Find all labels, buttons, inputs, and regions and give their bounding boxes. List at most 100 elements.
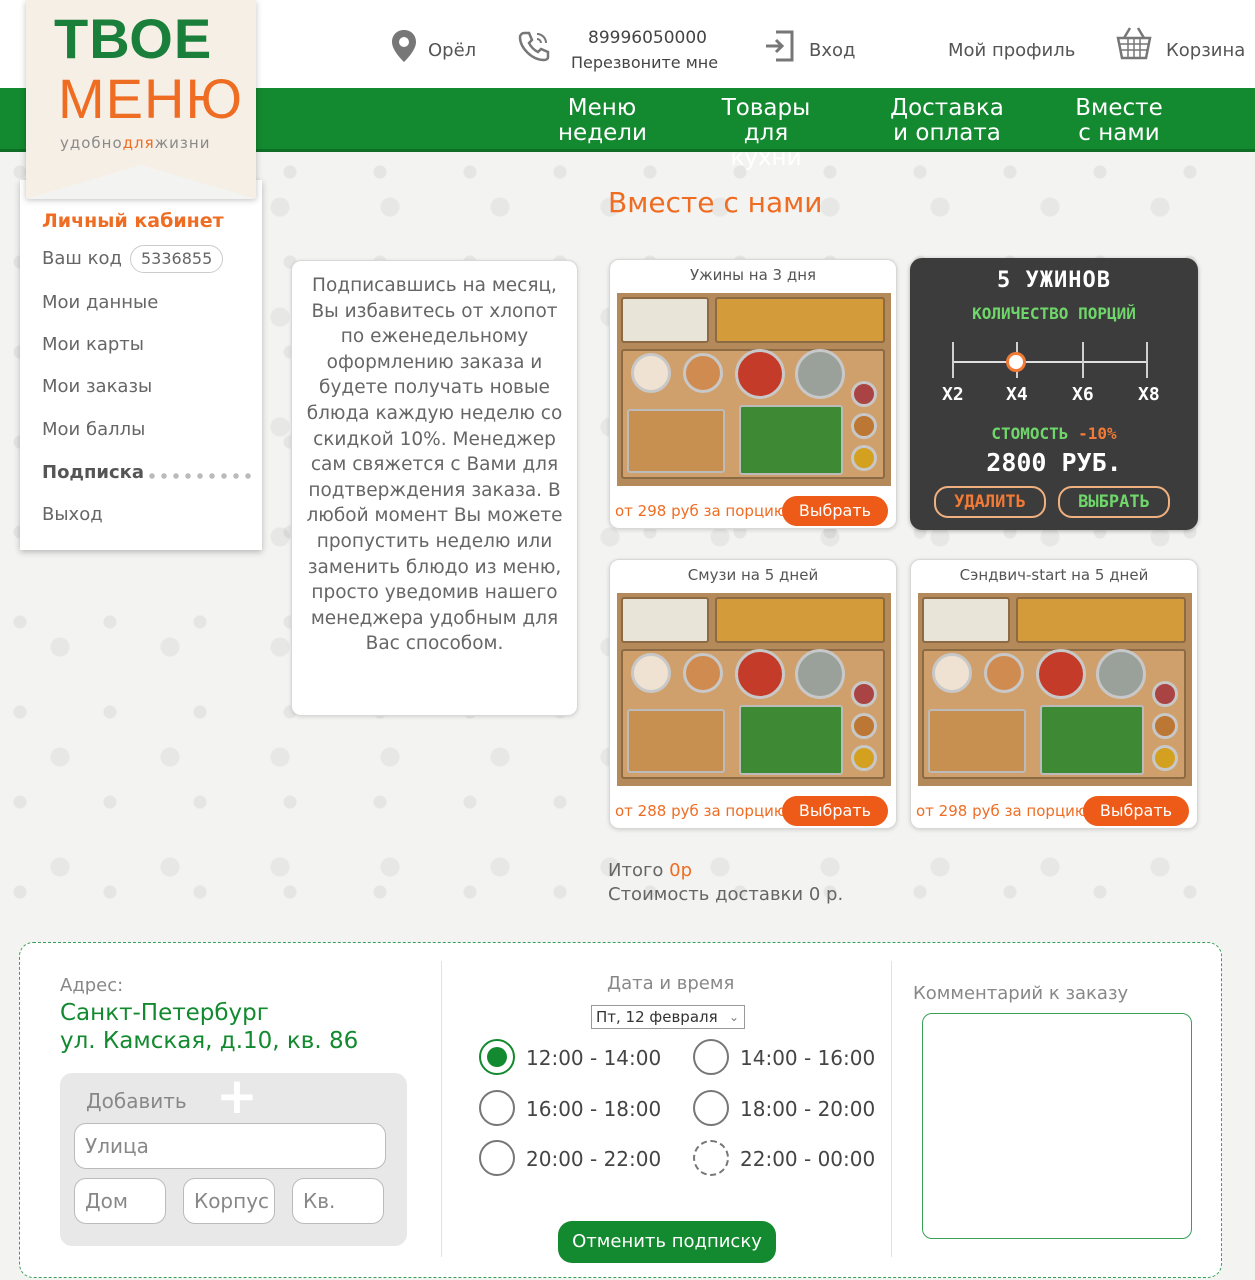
nav-label-line1: Товары bbox=[721, 95, 811, 121]
product-card: Смузи на 5 дней от 288 руб за порцию Выб… bbox=[609, 559, 897, 829]
nav-label-line1: Доставка bbox=[890, 95, 1004, 121]
slot-label[interactable]: 12:00 - 14:00 bbox=[526, 1046, 661, 1070]
sidebar-item-logout[interactable]: Выход bbox=[42, 504, 103, 525]
callback-link[interactable]: Перезвоните мне bbox=[571, 53, 718, 72]
portion-slider-track[interactable] bbox=[952, 361, 1148, 363]
block-input[interactable]: Корпус bbox=[183, 1178, 275, 1224]
code-badge: 5336855 bbox=[130, 245, 224, 273]
nav-label-line2: недели bbox=[558, 120, 647, 146]
nav-label-line2: для кухни bbox=[730, 120, 802, 171]
choose-button[interactable]: Выбрать bbox=[782, 496, 888, 526]
add-address-box: Добавить + Улица Дом Корпус Кв. bbox=[60, 1071, 407, 1246]
logo-tagline: удобнодляжизни bbox=[60, 134, 211, 152]
page-title: Вместе с нами bbox=[608, 186, 823, 219]
address-value: Санкт-Петербург ул. Камская, д.10, кв. 8… bbox=[60, 1000, 359, 1054]
order-total: Итого 0р bbox=[608, 860, 693, 881]
sidebar-item-my-data[interactable]: Мои данные bbox=[42, 292, 158, 313]
nav-together[interactable]: Вместе с нами bbox=[1066, 96, 1172, 146]
logo[interactable]: ТВОЕ МЕНЮ удобнодляжизни bbox=[26, 0, 256, 199]
location-pin-icon bbox=[392, 30, 416, 67]
meal-box-image bbox=[918, 593, 1192, 786]
cart-basket-icon bbox=[1116, 26, 1152, 67]
slot-radio[interactable] bbox=[693, 1140, 729, 1176]
city-link[interactable]: Орёл bbox=[428, 40, 476, 61]
sidebar-item-my-points[interactable]: Мои баллы bbox=[42, 419, 145, 440]
slot-label[interactable]: 20:00 - 22:00 bbox=[526, 1147, 661, 1171]
portion-slider-handle[interactable] bbox=[1006, 352, 1026, 372]
slot-radio[interactable] bbox=[693, 1090, 729, 1126]
card-price: от 288 руб за порцию bbox=[615, 802, 787, 820]
portion-option[interactable]: X6 bbox=[1072, 384, 1094, 405]
product-card: Сэндвич-start на 5 дней от 298 руб за по… bbox=[910, 559, 1198, 829]
house-input[interactable]: Дом bbox=[74, 1178, 166, 1224]
logo-word-2: МЕНЮ bbox=[58, 67, 244, 130]
column-divider bbox=[441, 961, 442, 1257]
slot-label[interactable]: 22:00 - 00:00 bbox=[740, 1147, 875, 1171]
nav-kitchen-goods[interactable]: Товары для кухни bbox=[706, 96, 826, 171]
subscription-info: Подписавшись на месяц, Вы избавитесь от … bbox=[291, 260, 578, 716]
card-title: Сэндвич-start на 5 дней bbox=[959, 566, 1149, 584]
address-label: Адрес: bbox=[60, 975, 124, 996]
slot-radio[interactable] bbox=[693, 1039, 729, 1075]
plus-icon[interactable]: + bbox=[216, 1071, 258, 1121]
login-icon bbox=[764, 30, 794, 67]
sidebar-title: Личный кабинет bbox=[42, 210, 224, 232]
sidebar-item-my-cards[interactable]: Мои карты bbox=[42, 334, 144, 355]
date-select[interactable]: Пт, 12 февраля ⌄ bbox=[591, 1005, 745, 1029]
card-title: Ужины на 3 дня bbox=[689, 266, 817, 284]
order-panel: Адрес: Санкт-Петербург ул. Камская, д.10… bbox=[19, 942, 1222, 1278]
slider-tick bbox=[1146, 342, 1148, 378]
slot-radio[interactable] bbox=[479, 1039, 515, 1075]
cart-link[interactable]: Корзина bbox=[1166, 40, 1245, 61]
login-link[interactable]: Вход bbox=[809, 40, 855, 61]
card-title: Смузи на 5 дней bbox=[687, 566, 819, 584]
nav-label-line2: и оплата bbox=[893, 120, 1001, 146]
meal-box-image bbox=[617, 293, 891, 486]
portion-option[interactable]: X2 bbox=[942, 384, 964, 405]
portion-option[interactable]: X4 bbox=[1006, 384, 1028, 405]
config-title: 5 УЖИНОВ bbox=[997, 268, 1111, 293]
comment-textarea[interactable] bbox=[922, 1013, 1192, 1239]
account-sidebar: Личный кабинет Ваш код 5336855 Мои данны… bbox=[20, 180, 262, 550]
phone-number[interactable]: 89996050000 bbox=[588, 28, 707, 48]
flat-input[interactable]: Кв. bbox=[292, 1178, 384, 1224]
code-label: Ваш код bbox=[42, 248, 122, 269]
slot-radio[interactable] bbox=[479, 1140, 515, 1176]
card-price: от 298 руб за порцию bbox=[615, 502, 787, 520]
profile-link[interactable]: Мой профиль bbox=[948, 40, 1075, 61]
phone-icon bbox=[518, 30, 550, 67]
choose-button[interactable]: Выбрать bbox=[782, 796, 888, 826]
delete-button[interactable]: УДАЛИТЬ bbox=[934, 486, 1046, 518]
nav-label-line1: Меню bbox=[567, 95, 637, 121]
street-input[interactable]: Улица bbox=[74, 1123, 386, 1169]
comment-label: Комментарий к заказу bbox=[913, 983, 1129, 1004]
select-button[interactable]: ВЫБРАТЬ bbox=[1058, 486, 1170, 518]
cost-line: СТОМОСТЬ -10% bbox=[991, 424, 1117, 443]
meal-box-image bbox=[617, 593, 891, 786]
subscription-configurator: 5 УЖИНОВ КОЛИЧЕСТВО ПОРЦИЙ X2 X4 X6 X8 С… bbox=[910, 258, 1198, 530]
portion-option[interactable]: X8 bbox=[1138, 384, 1160, 405]
nav-label-line1: Вместе bbox=[1075, 95, 1163, 121]
sidebar-item-subscription[interactable]: Подписка bbox=[42, 462, 144, 483]
slider-tick bbox=[1082, 342, 1084, 378]
nav-delivery-payment[interactable]: Доставка и оплата bbox=[884, 96, 1010, 146]
slider-tick bbox=[952, 342, 954, 378]
sidebar-item-my-orders[interactable]: Мои заказы bbox=[42, 376, 152, 397]
slot-label[interactable]: 14:00 - 16:00 bbox=[740, 1046, 875, 1070]
active-dots bbox=[146, 473, 254, 479]
slot-label[interactable]: 18:00 - 20:00 bbox=[740, 1097, 875, 1121]
nav-menu-week[interactable]: Меню недели bbox=[558, 95, 647, 146]
cancel-subscription-button[interactable]: Отменить подписку bbox=[558, 1221, 776, 1263]
logo-word-1: ТВОЕ bbox=[54, 7, 213, 70]
choose-button[interactable]: Выбрать bbox=[1083, 796, 1189, 826]
slot-radio[interactable] bbox=[479, 1090, 515, 1126]
chevron-down-icon: ⌄ bbox=[728, 1010, 739, 1024]
delivery-cost: Стоимость доставки 0 р. bbox=[608, 884, 844, 905]
column-divider bbox=[891, 961, 892, 1257]
datetime-label: Дата и время bbox=[607, 973, 735, 994]
card-price: от 298 руб за порцию bbox=[916, 802, 1088, 820]
add-address-label: Добавить bbox=[86, 1089, 187, 1113]
config-price: 2800 РУБ. bbox=[986, 448, 1122, 477]
slot-label[interactable]: 16:00 - 18:00 bbox=[526, 1097, 661, 1121]
product-card: Ужины на 3 дня от 298 руб за порцию Выбр… bbox=[609, 259, 897, 529]
